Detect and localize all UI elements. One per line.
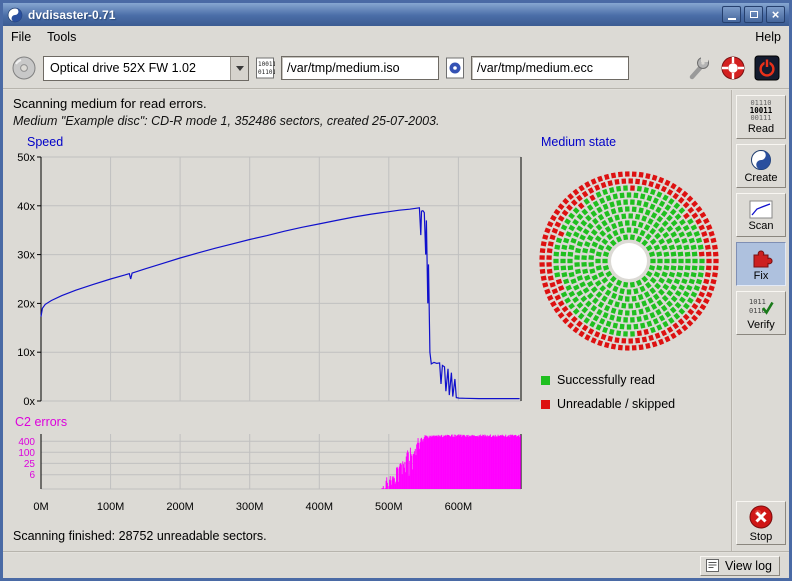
svg-text:0M: 0M: [33, 501, 48, 513]
speed-chart-label: Speed: [27, 135, 527, 149]
legend-item-ok: Successfully read: [541, 373, 731, 387]
svg-text:500M: 500M: [375, 501, 403, 513]
menu-help[interactable]: Help: [755, 30, 781, 44]
scan-button[interactable]: Scan: [736, 193, 786, 237]
preferences-button[interactable]: [685, 54, 713, 82]
svg-text:01101: 01101: [258, 69, 275, 76]
svg-text:600M: 600M: [445, 501, 473, 513]
statusbar: View log: [3, 553, 789, 578]
window-title: dvdisaster-0.71: [28, 8, 115, 22]
medium-info: Medium "Example disc": CD-R mode 1, 3524…: [13, 114, 721, 128]
chart-x-axis: 0M 100M 200M 300M 400M 500M 600M: [3, 498, 527, 519]
close-icon: ×: [772, 8, 780, 21]
toolbar: Optical drive 52X FW 1.02 1001101101: [3, 48, 789, 88]
iso-file-icon: 1001101101: [255, 56, 275, 80]
verify-button[interactable]: 1011 0110 Verify: [736, 291, 786, 335]
svg-text:1011: 1011: [749, 298, 766, 306]
speed-chart: 0x 10x 20x 30x 40x 50x: [3, 151, 527, 414]
legend-item-bad: Unreadable / skipped: [541, 397, 731, 411]
scan-label: Scan: [748, 220, 773, 232]
action-sidebar: 01110 10011 00111 Read Create: [733, 90, 789, 551]
svg-text:30x: 30x: [17, 250, 35, 262]
svg-text:10x: 10x: [17, 347, 35, 359]
svg-text:400: 400: [18, 437, 35, 448]
maximize-button[interactable]: [744, 6, 763, 23]
svg-text:6: 6: [29, 470, 35, 481]
create-button[interactable]: Create: [736, 144, 786, 188]
svg-text:20x: 20x: [17, 298, 35, 310]
legend-ok-swatch: [541, 376, 550, 385]
minimize-icon: [728, 18, 736, 20]
log-icon: [706, 559, 719, 572]
view-log-label: View log: [725, 559, 772, 573]
svg-text:50x: 50x: [17, 152, 35, 164]
svg-text:100M: 100M: [97, 501, 125, 513]
verify-label: Verify: [747, 319, 775, 331]
menu-tools[interactable]: Tools: [47, 30, 76, 44]
app-icon: [7, 7, 23, 23]
power-icon: [754, 69, 780, 84]
iso-path-input[interactable]: [281, 56, 439, 80]
scan-curve-icon: [749, 200, 773, 219]
svg-text:200M: 200M: [166, 501, 194, 513]
minimize-button[interactable]: [722, 6, 741, 23]
svg-text:40x: 40x: [17, 201, 35, 213]
svg-text:0x: 0x: [23, 396, 35, 408]
chevron-down-icon: [230, 57, 248, 80]
create-label: Create: [744, 172, 777, 184]
status-heading: Scanning medium for read errors.: [13, 96, 721, 111]
menu-file[interactable]: File: [11, 30, 31, 44]
verify-icon: 1011 0110: [748, 296, 774, 318]
menubar: File Tools Help: [3, 26, 789, 48]
svg-text:400M: 400M: [306, 501, 334, 513]
c2-errors-label: C2 errors: [15, 415, 527, 429]
drive-select-combo[interactable]: Optical drive 52X FW 1.02: [43, 56, 249, 81]
read-icon: 01110 10011 00111: [750, 100, 773, 122]
medium-state-label: Medium state: [541, 135, 731, 149]
ecc-file-icon: [445, 56, 465, 80]
read-button[interactable]: 01110 10011 00111 Read: [736, 95, 786, 139]
stop-label: Stop: [750, 531, 773, 543]
fix-label: Fix: [754, 270, 769, 282]
app-window: dvdisaster-0.71 × File Tools Help Optica…: [0, 0, 792, 581]
wrench-icon: [686, 69, 712, 84]
view-log-button[interactable]: View log: [700, 556, 780, 576]
svg-text:10011: 10011: [258, 61, 275, 68]
titlebar[interactable]: dvdisaster-0.71 ×: [3, 3, 789, 26]
stop-icon: [748, 504, 774, 530]
drive-cd-icon: [11, 55, 37, 81]
stop-button[interactable]: Stop: [736, 501, 786, 545]
read-label: Read: [748, 123, 774, 135]
disc-legend: Successfully read Unreadable / skipped: [541, 373, 731, 411]
legend-bad-swatch: [541, 400, 550, 409]
svg-text:25: 25: [24, 459, 36, 470]
legend-bad-label: Unreadable / skipped: [557, 397, 675, 411]
main-panel: Scanning medium for read errors. Medium …: [3, 90, 731, 551]
close-button[interactable]: ×: [766, 6, 785, 23]
puzzle-icon: [749, 247, 773, 269]
svg-text:300M: 300M: [236, 501, 264, 513]
fix-button[interactable]: Fix: [736, 242, 786, 286]
scan-result-status: Scanning finished: 28752 unreadable sect…: [3, 525, 731, 551]
help-about-button[interactable]: [719, 54, 747, 82]
quit-button[interactable]: [753, 54, 781, 82]
ecc-path-input[interactable]: [471, 56, 629, 80]
drive-select-value: Optical drive 52X FW 1.02: [44, 57, 230, 80]
maximize-icon: [750, 11, 758, 18]
yin-yang-icon: [750, 149, 772, 171]
svg-text:100: 100: [18, 448, 35, 459]
lifebuoy-icon: [720, 69, 746, 84]
medium-state-disc: [531, 163, 727, 359]
c2-errors-chart: 625100400: [3, 431, 527, 498]
legend-ok-label: Successfully read: [557, 373, 655, 387]
